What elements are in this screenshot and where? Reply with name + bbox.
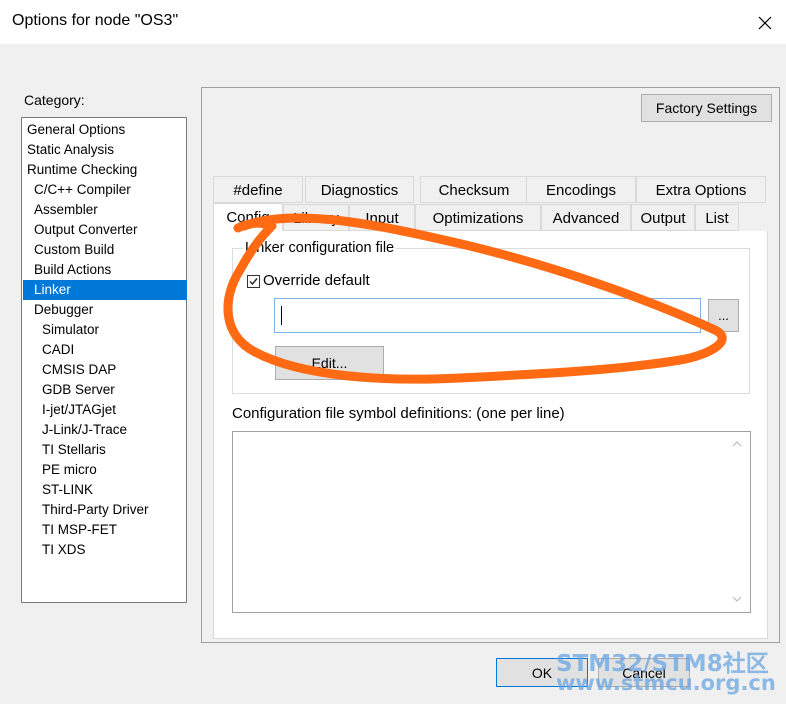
category-item[interactable]: PE micro: [23, 460, 187, 480]
category-item[interactable]: J-Link/J-Trace: [23, 420, 187, 440]
tab-top[interactable]: Extra Options: [636, 176, 766, 203]
category-item[interactable]: Build Actions: [23, 260, 187, 280]
tab-top[interactable]: Checksum: [420, 176, 528, 203]
chevron-down-icon[interactable]: [732, 595, 742, 603]
checkmark-icon: [249, 278, 258, 286]
tab-top[interactable]: #define: [213, 176, 303, 203]
category-list[interactable]: General Options Static Analysis Runtime Ch…: [21, 117, 187, 603]
tab-bottom[interactable]: Library: [283, 204, 349, 231]
edit-button[interactable]: Edit...: [275, 346, 384, 380]
chevron-up-icon[interactable]: [732, 440, 742, 448]
category-item[interactable]: ST-LINK: [23, 480, 187, 500]
category-item[interactable]: Third-Party Driver: [23, 500, 187, 520]
category-item[interactable]: GDB Server: [23, 380, 187, 400]
category-item[interactable]: TI Stellaris: [23, 440, 187, 460]
symbols-textarea[interactable]: [232, 431, 751, 613]
tab-top[interactable]: Diagnostics: [305, 176, 414, 203]
factory-settings-button[interactable]: Factory Settings: [641, 94, 772, 122]
category-item[interactable]: Custom Build: [23, 240, 187, 260]
category-item[interactable]: Simulator: [23, 320, 187, 340]
tab-bottom[interactable]: Input: [349, 204, 415, 231]
category-item[interactable]: Runtime Checking: [23, 160, 187, 180]
linker-group-title: Linker configuration file: [243, 240, 397, 256]
category-item[interactable]: TI MSP-FET: [23, 520, 187, 540]
config-file-input[interactable]: [274, 298, 701, 333]
category-item[interactable]: CADI: [23, 340, 187, 360]
window-title: Options for node "OS3": [12, 12, 179, 29]
category-item[interactable]: Static Analysis: [23, 140, 187, 160]
watermark-line2: www.stmcu.org.cn: [556, 671, 776, 695]
text-caret: [281, 306, 282, 325]
tab-bottom[interactable]: Advanced: [541, 204, 631, 231]
title-bar: Options for node "OS3": [0, 0, 786, 44]
tab-bottom[interactable]: Optimizations: [415, 204, 541, 231]
category-item[interactable]: TI XDS: [23, 540, 187, 560]
category-item[interactable]: Assembler: [23, 200, 187, 220]
category-item[interactable]: Debugger: [23, 300, 187, 320]
override-default-checkbox[interactable]: [247, 275, 260, 288]
category-label: Category:: [24, 92, 85, 108]
close-icon: [758, 16, 772, 30]
tab-bottom[interactable]: List: [695, 204, 739, 231]
category-item[interactable]: C/C++ Compiler: [23, 180, 187, 200]
category-item[interactable]: General Options: [23, 120, 187, 140]
category-item[interactable]: Linker: [23, 280, 187, 300]
category-item[interactable]: I-jet/JTAGjet: [23, 400, 187, 420]
symbols-label: Configuration file symbol definitions: (…: [232, 405, 565, 422]
tab-top[interactable]: Encodings: [526, 176, 636, 203]
tab-bottom[interactable]: Output: [631, 204, 695, 231]
close-button[interactable]: [744, 6, 786, 40]
category-item[interactable]: CMSIS DAP: [23, 360, 187, 380]
override-default-label[interactable]: Override default: [263, 272, 370, 289]
category-item[interactable]: Output Converter: [23, 220, 187, 240]
tab-bottom[interactable]: Config: [213, 203, 283, 232]
browse-button[interactable]: ...: [708, 299, 739, 332]
